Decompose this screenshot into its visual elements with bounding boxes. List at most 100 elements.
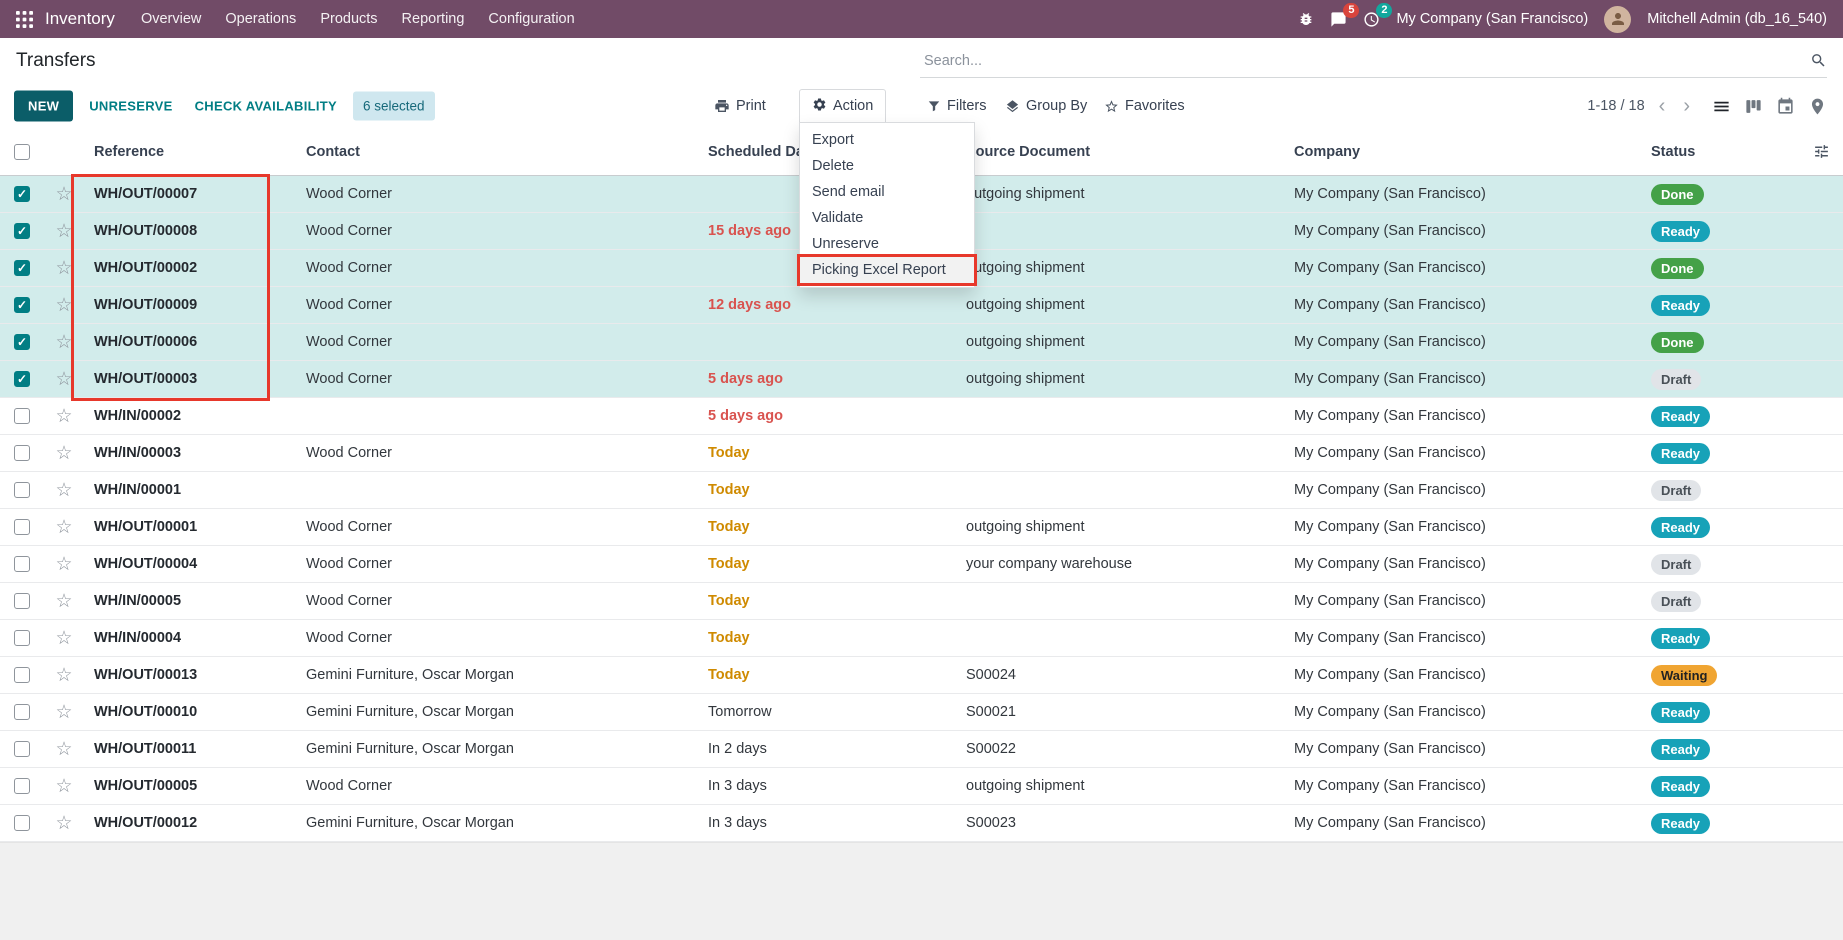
menu-item-unreserve[interactable]: Unreserve	[800, 231, 974, 257]
row-favorite-star[interactable]	[55, 185, 72, 204]
row-checkbox[interactable]	[14, 741, 30, 757]
table-row[interactable]: WH/IN/00004 Wood Corner Today My Company…	[0, 620, 1843, 657]
menu-item-delete[interactable]: Delete	[800, 153, 974, 179]
row-favorite-star[interactable]	[55, 333, 72, 352]
search-icon[interactable]	[1810, 52, 1827, 69]
print-button[interactable]: Print	[706, 92, 774, 120]
row-checkbox[interactable]	[14, 334, 30, 350]
table-row[interactable]: WH/OUT/00011 Gemini Furniture, Oscar Mor…	[0, 731, 1843, 768]
view-switch-list[interactable]	[1712, 97, 1731, 116]
pager-next-button[interactable]	[1679, 96, 1694, 116]
table-row[interactable]: WH/OUT/00003 Wood Corner 5 days ago outg…	[0, 361, 1843, 398]
nav-item-overview[interactable]: Overview	[129, 0, 213, 38]
nav-item-reporting[interactable]: Reporting	[390, 0, 477, 38]
row-checkbox[interactable]	[14, 815, 30, 831]
row-favorite-star[interactable]	[55, 296, 72, 315]
filters-button[interactable]: Filters	[919, 92, 994, 120]
column-header-company[interactable]: Company	[1284, 144, 1641, 160]
search-bar[interactable]	[920, 44, 1827, 78]
row-favorite-star[interactable]	[55, 518, 72, 537]
avatar[interactable]	[1604, 6, 1631, 33]
row-favorite-star[interactable]	[55, 740, 72, 759]
nav-item-configuration[interactable]: Configuration	[476, 0, 586, 38]
table-row[interactable]: WH/IN/00001 Today My Company (San Franci…	[0, 472, 1843, 509]
table-row[interactable]: WH/OUT/00001 Wood Corner Today outgoing …	[0, 509, 1843, 546]
row-favorite-star[interactable]	[55, 407, 72, 426]
row-checkbox[interactable]	[14, 223, 30, 239]
row-checkbox[interactable]	[14, 519, 30, 535]
row-checkbox[interactable]	[14, 482, 30, 498]
pager-previous-button[interactable]	[1655, 96, 1670, 116]
table-row[interactable]: WH/IN/00003 Wood Corner Today My Company…	[0, 435, 1843, 472]
column-header-contact[interactable]: Contact	[296, 144, 698, 160]
row-favorite-star[interactable]	[55, 629, 72, 648]
column-header-status[interactable]: Status	[1641, 144, 1799, 160]
company-switcher[interactable]: My Company (San Francisco)	[1396, 11, 1588, 27]
pager-range[interactable]: 1-18 / 18	[1587, 98, 1644, 114]
view-switch-calendar[interactable]	[1776, 97, 1795, 116]
table-row[interactable]: WH/OUT/00004 Wood Corner Today your comp…	[0, 546, 1843, 583]
row-checkbox[interactable]	[14, 260, 30, 276]
table-row[interactable]: WH/OUT/00006 Wood Corner outgoing shipme…	[0, 324, 1843, 361]
row-checkbox[interactable]	[14, 667, 30, 683]
activities-button[interactable]: 2	[1363, 11, 1380, 28]
menu-item-send-email[interactable]: Send email	[800, 179, 974, 205]
table-row[interactable]: WH/OUT/00009 Wood Corner 12 days ago out…	[0, 287, 1843, 324]
app-name[interactable]: Inventory	[45, 9, 115, 29]
column-header-reference[interactable]: Reference	[84, 144, 296, 160]
row-favorite-star[interactable]	[55, 814, 72, 833]
cell-source-document: outgoing shipment	[956, 334, 1284, 350]
view-switch-map[interactable]	[1808, 97, 1827, 116]
row-favorite-star[interactable]	[55, 222, 72, 241]
messages-button[interactable]: 5	[1330, 11, 1347, 28]
cell-company: My Company (San Francisco)	[1284, 667, 1641, 683]
select-all-checkbox[interactable]	[14, 144, 30, 160]
user-menu[interactable]: Mitchell Admin (db_16_540)	[1647, 11, 1827, 27]
status-badge: Ready	[1651, 221, 1710, 242]
nav-item-products[interactable]: Products	[308, 0, 389, 38]
row-checkbox[interactable]	[14, 630, 30, 646]
table-row[interactable]: WH/IN/00002 5 days ago My Company (San F…	[0, 398, 1843, 435]
table-row[interactable]: WH/OUT/00010 Gemini Furniture, Oscar Mor…	[0, 694, 1843, 731]
cell-contact: Wood Corner	[296, 260, 698, 276]
apps-menu-button[interactable]	[16, 11, 37, 28]
row-checkbox[interactable]	[14, 371, 30, 387]
row-checkbox[interactable]	[14, 408, 30, 424]
row-favorite-star[interactable]	[55, 703, 72, 722]
search-input[interactable]	[920, 53, 1810, 69]
menu-item-picking-excel-report[interactable]: Picking Excel Report	[800, 257, 974, 283]
view-switch-kanban[interactable]	[1744, 97, 1763, 116]
action-button[interactable]: Action	[799, 89, 886, 123]
row-favorite-star[interactable]	[55, 370, 72, 389]
menu-item-validate[interactable]: Validate	[800, 205, 974, 231]
new-button[interactable]: NEW	[14, 91, 73, 122]
favorites-button[interactable]: Favorites	[1096, 92, 1193, 120]
table-row[interactable]: WH/OUT/00012 Gemini Furniture, Oscar Mor…	[0, 805, 1843, 842]
table-row[interactable]: WH/IN/00005 Wood Corner Today My Company…	[0, 583, 1843, 620]
row-checkbox[interactable]	[14, 186, 30, 202]
row-favorite-star[interactable]	[55, 259, 72, 278]
row-favorite-star[interactable]	[55, 592, 72, 611]
unreserve-button[interactable]: UNRESERVE	[83, 91, 178, 122]
menu-item-export[interactable]: Export	[800, 127, 974, 153]
row-favorite-star[interactable]	[55, 666, 72, 685]
row-checkbox[interactable]	[14, 556, 30, 572]
table-row[interactable]: WH/OUT/00005 Wood Corner In 3 days outgo…	[0, 768, 1843, 805]
row-favorite-star[interactable]	[55, 555, 72, 574]
check-availability-button[interactable]: CHECK AVAILABILITY	[189, 91, 343, 122]
row-favorite-star[interactable]	[55, 481, 72, 500]
status-badge: Ready	[1651, 776, 1710, 797]
nav-item-operations[interactable]: Operations	[213, 0, 308, 38]
row-checkbox[interactable]	[14, 297, 30, 313]
optional-columns-button[interactable]	[1813, 143, 1830, 160]
debug-button[interactable]	[1298, 11, 1314, 27]
row-checkbox[interactable]	[14, 778, 30, 794]
row-favorite-star[interactable]	[55, 444, 72, 463]
row-checkbox[interactable]	[14, 445, 30, 461]
column-header-source-document[interactable]: Source Document	[956, 144, 1284, 160]
row-checkbox[interactable]	[14, 593, 30, 609]
row-checkbox[interactable]	[14, 704, 30, 720]
row-favorite-star[interactable]	[55, 777, 72, 796]
group-by-button[interactable]: Group By	[997, 92, 1095, 120]
table-row[interactable]: WH/OUT/00013 Gemini Furniture, Oscar Mor…	[0, 657, 1843, 694]
